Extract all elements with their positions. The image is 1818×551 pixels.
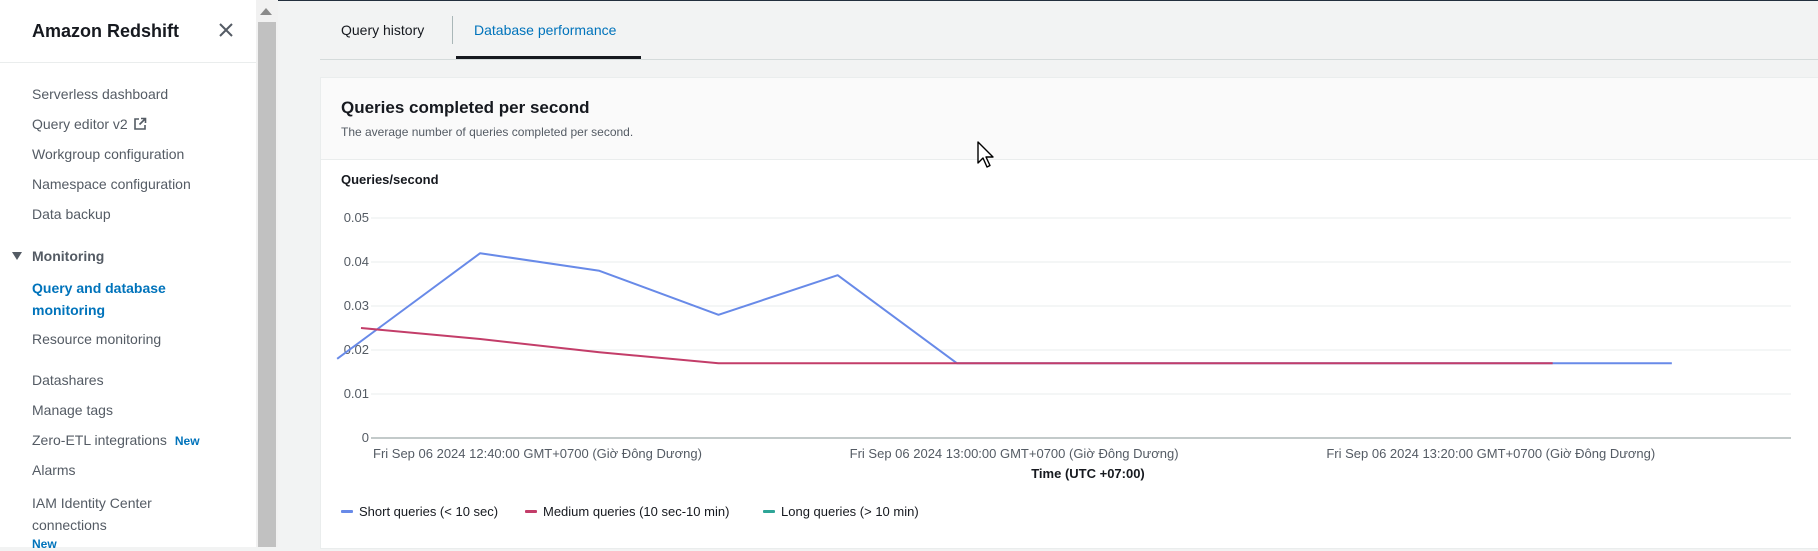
scrollbar-thumb[interactable] (258, 22, 276, 547)
tab-query-history[interactable]: Query history (341, 22, 424, 38)
y-tick-label: 0.05 (344, 210, 369, 225)
sidebar-item-manage-tags[interactable]: Manage tags (32, 402, 113, 418)
mouse-cursor-icon (976, 140, 998, 175)
sidebar-item-alarms[interactable]: Alarms (32, 462, 76, 478)
sidebar-item-query-editor[interactable]: Query editor v2 (32, 116, 147, 134)
legend-item-short[interactable]: Short queries (< 10 sec) (359, 504, 498, 519)
line-chart[interactable]: Queries/second0.050.040.030.020.010Fri S… (321, 160, 1818, 548)
sidebar-item-namespace-configuration[interactable]: Namespace configuration (32, 176, 191, 192)
y-tick-label: 0.03 (344, 298, 369, 313)
sidebar-item-label: Query editor v2 (32, 116, 128, 132)
series-line-medium (361, 328, 1553, 363)
y-tick-label: 0.04 (344, 254, 369, 269)
x-tick-label: Fri Sep 06 2024 12:40:00 GMT+0700 (Giờ Đ… (373, 446, 702, 461)
series-line-short (337, 253, 1672, 363)
new-badge: New (32, 537, 57, 551)
y-tick-label: 0.01 (344, 386, 369, 401)
sidebar-item-resource-monitoring[interactable]: Resource monitoring (32, 331, 161, 347)
caret-down-icon (12, 252, 22, 260)
tab-separator (452, 16, 453, 44)
app-title: Amazon Redshift (32, 21, 179, 42)
sidebar-item-iam-identity-center-connections[interactable]: IAM Identity Center connections (32, 492, 192, 536)
y-tick-label: 0 (362, 430, 369, 445)
y-axis-label: Queries/second (341, 172, 439, 187)
scroll-up-arrow-icon[interactable] (260, 8, 272, 15)
chart-title: Queries completed per second (341, 98, 589, 118)
legend-item-medium[interactable]: Medium queries (10 sec-10 min) (543, 504, 729, 519)
tab-database-performance[interactable]: Database performance (474, 22, 616, 38)
x-tick-label: Fri Sep 06 2024 13:20:00 GMT+0700 (Giờ Đ… (1326, 446, 1655, 461)
container-header: Queries completed per second The average… (321, 78, 1818, 160)
x-tick-label: Fri Sep 06 2024 13:00:00 GMT+0700 (Giờ Đ… (850, 446, 1179, 461)
close-icon[interactable] (216, 20, 236, 40)
legend-item-medium-swatch (525, 510, 537, 513)
sidebar-divider (0, 62, 256, 63)
legend-item-long-swatch (763, 510, 775, 513)
x-axis-label: Time (UTC +07:00) (1031, 466, 1145, 481)
sidebar-section-monitoring[interactable]: Monitoring (12, 248, 104, 264)
legend-item-long[interactable]: Long queries (> 10 min) (781, 504, 919, 519)
sidebar-item-query-and-database-monitoring[interactable]: Query and database monitoring (32, 277, 222, 321)
sidebar-item-label: Zero-ETL integrations (32, 432, 167, 448)
new-badge: New (175, 434, 200, 448)
sidebar-item-datashares[interactable]: Datashares (32, 372, 104, 388)
sidebar-item-zero-etl-integrations[interactable]: Zero-ETL integrations New (32, 432, 200, 448)
sidebar-item-serverless-dashboard[interactable]: Serverless dashboard (32, 86, 168, 102)
chart-container: Queries completed per second The average… (320, 77, 1818, 549)
chart-description: The average number of queries completed … (341, 125, 633, 139)
external-link-icon (133, 117, 147, 134)
sidebar-item-workgroup-configuration[interactable]: Workgroup configuration (32, 146, 184, 162)
side-navigation: Amazon Redshift Serverless dashboard Que… (0, 0, 257, 547)
sidebar-item-data-backup[interactable]: Data backup (32, 206, 111, 222)
tabs-divider (320, 59, 1818, 60)
sidebar-section-label: Monitoring (32, 248, 104, 264)
legend-item-short-swatch (341, 510, 353, 513)
